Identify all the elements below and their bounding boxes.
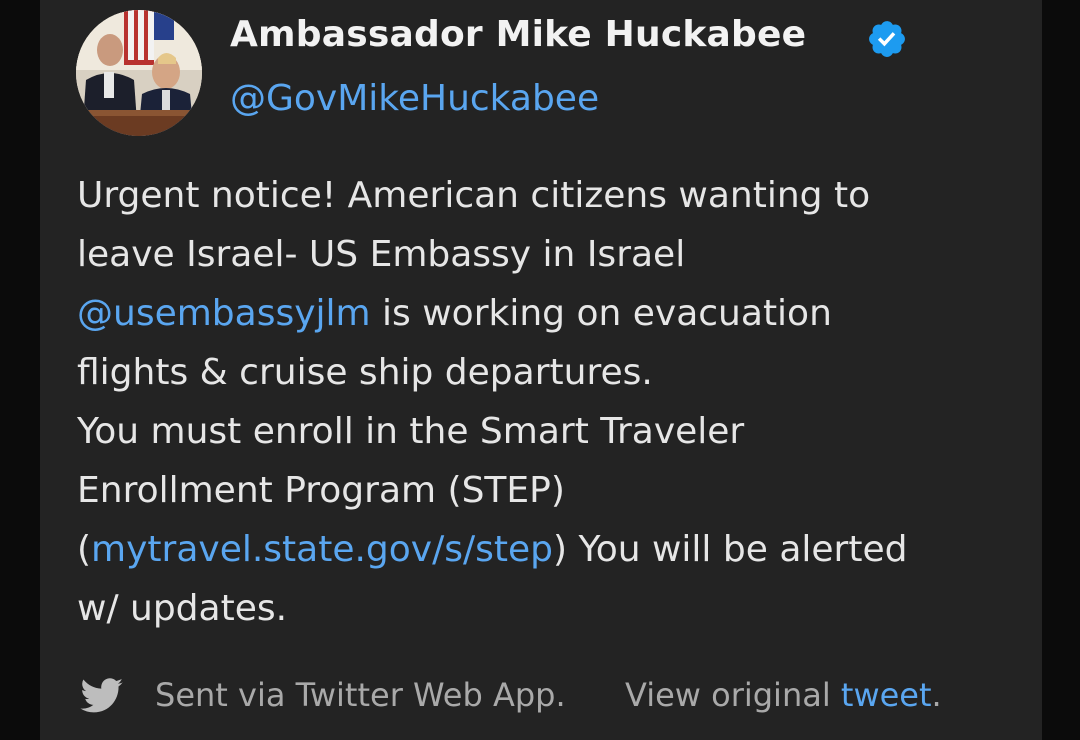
tweet-line: Urgent notice! American citizens wanting… xyxy=(77,175,871,216)
tweet-line-text: is working on evacuation xyxy=(370,293,832,334)
tweet-line: @usembassyjlm is working on evacuation xyxy=(77,284,1007,343)
tweet-footer: Sent via Twitter Web App. View original … xyxy=(80,672,1020,722)
tweet-line: w/ updates. xyxy=(77,588,288,629)
twitter-bird-icon xyxy=(80,678,123,713)
avatar-image xyxy=(76,10,202,136)
tweet-line: Enrollment Program (STEP) xyxy=(77,470,565,511)
view-original-text: View original xyxy=(625,676,841,714)
tweet-line: You must enroll in the Smart Traveler xyxy=(77,411,745,452)
page: Ambassador Mike Huckabee @GovMikeHuckabe… xyxy=(0,0,1080,740)
tweet-line: leave Israel- US Embassy in Israel xyxy=(77,234,686,275)
tweet-card: Ambassador Mike Huckabee @GovMikeHuckabe… xyxy=(40,0,1042,740)
tweet-line-text: ) You will be alerted xyxy=(553,529,908,570)
author-handle[interactable]: @GovMikeHuckabee xyxy=(230,78,599,119)
tweet-link[interactable]: tweet xyxy=(841,676,932,714)
author-name[interactable]: Ambassador Mike Huckabee xyxy=(230,14,806,55)
tweet-text: Urgent notice! American citizens wanting… xyxy=(77,166,1007,638)
paren-open: ( xyxy=(77,529,92,570)
mention-link[interactable]: @usembassyjlm xyxy=(77,293,371,334)
avatar[interactable] xyxy=(76,10,202,136)
period: . xyxy=(931,676,942,714)
verified-badge-icon xyxy=(869,21,905,57)
view-original: View original tweet. xyxy=(625,676,942,714)
sent-via-text: Sent via Twitter Web App. xyxy=(155,676,566,714)
tweet-line: (mytravel.state.gov/s/step) You will be … xyxy=(77,520,1007,579)
step-link[interactable]: mytravel.state.gov/s/step xyxy=(91,529,553,570)
tweet-line: flights & cruise ship departures. xyxy=(77,352,653,393)
